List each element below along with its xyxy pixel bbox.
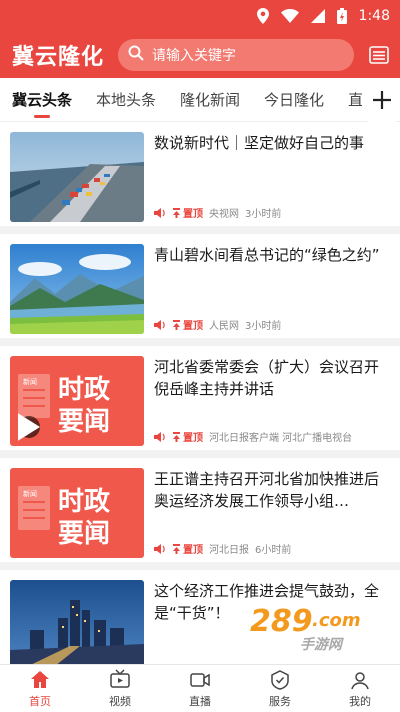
news-poster-image: 新闻 时政 要闻 bbox=[10, 468, 144, 558]
city-night-image bbox=[10, 580, 144, 664]
news-time: 3小时前 bbox=[245, 321, 282, 332]
signal-icon bbox=[310, 9, 325, 23]
pinned-badge: 置顶 bbox=[172, 205, 203, 220]
tab-today-longhua[interactable]: 今日隆化 bbox=[264, 78, 324, 122]
tab-jiyun-headlines[interactable]: 冀云头条 bbox=[12, 78, 72, 122]
status-bar: 1:48 bbox=[0, 0, 400, 32]
search-icon bbox=[128, 45, 144, 65]
news-item[interactable]: 新闻 时政 要闻 河北省委常委会（扩大）会议召开 倪岳峰主持并讲话 置顶 河北日… bbox=[0, 346, 400, 458]
pinned-badge: 置顶 bbox=[172, 317, 203, 332]
add-channel-icon[interactable] bbox=[368, 78, 396, 122]
news-time: 6小时前 bbox=[255, 545, 292, 556]
service-icon bbox=[271, 669, 289, 690]
nav-home-label: 首页 bbox=[29, 694, 51, 708]
nav-video-label: 视频 bbox=[109, 694, 131, 708]
profile-icon bbox=[351, 671, 369, 689]
nav-video[interactable]: 视频 bbox=[80, 665, 160, 712]
nav-profile[interactable]: 我的 bbox=[320, 665, 400, 712]
news-meta: 置顶 河北日报 6小时前 bbox=[154, 541, 390, 558]
speaker-icon[interactable] bbox=[154, 431, 166, 442]
play-icon[interactable] bbox=[18, 413, 40, 441]
news-meta: 置顶 河北日报客户端 河北广播电视台 bbox=[154, 429, 390, 446]
news-source: 河北日报 bbox=[209, 545, 249, 556]
live-icon bbox=[190, 672, 210, 687]
search-input[interactable]: 请输入关键字 bbox=[118, 39, 354, 71]
pinned-label: 置顶 bbox=[183, 545, 203, 556]
channel-tabs: 冀云头条 本地头条 隆化新闻 今日隆化 直 bbox=[0, 78, 400, 122]
nav-home[interactable]: 首页 bbox=[0, 665, 80, 712]
home-icon bbox=[31, 670, 49, 688]
news-source: 央视网 bbox=[209, 209, 239, 220]
tab-partial[interactable]: 直 bbox=[348, 78, 362, 122]
poster-line1: 时政 bbox=[58, 486, 110, 517]
poster-line2: 要闻 bbox=[58, 519, 110, 549]
location-icon bbox=[256, 8, 269, 24]
tv-icon bbox=[110, 668, 130, 688]
poster-line2: 要闻 bbox=[58, 407, 110, 437]
bottom-nav: 首页 视频 直播 服务 我的 bbox=[0, 664, 400, 712]
news-title: 青山碧水间看总书记的“绿色之约” bbox=[154, 246, 380, 264]
nav-profile-label: 我的 bbox=[349, 694, 371, 708]
news-title: 河北省委常委会（扩大）会议召开 倪岳峰主持并讲话 bbox=[154, 358, 380, 398]
landscape-image bbox=[10, 244, 144, 334]
pinned-label: 置顶 bbox=[183, 321, 203, 332]
app-header: 冀云隆化 请输入关键字 bbox=[0, 32, 400, 78]
news-poster-image: 新闻 时政 要闻 bbox=[10, 356, 144, 446]
news-time: 3小时前 bbox=[245, 209, 282, 220]
pinned-badge: 置顶 bbox=[172, 429, 203, 444]
news-title: 数说新时代｜坚定做好自己的事 bbox=[154, 134, 365, 152]
news-item[interactable]: 这个经济工作推进会提气鼓劲，全是“干货”！ bbox=[0, 570, 400, 664]
poster-line1: 时政 bbox=[58, 374, 110, 405]
news-source: 河北日报客户端 河北广播电视台 bbox=[209, 433, 353, 444]
nav-live-label: 直播 bbox=[189, 694, 211, 708]
news-item[interactable]: 新闻 时政 要闻 王正谱主持召开河北省加快推进后奥运经济发展工作领导小组… 置顶… bbox=[0, 458, 400, 570]
pinned-badge: 置顶 bbox=[172, 541, 203, 556]
battery-icon bbox=[336, 8, 347, 24]
pinned-label: 置顶 bbox=[183, 209, 203, 220]
speaker-icon[interactable] bbox=[154, 543, 166, 554]
tab-longhua-news[interactable]: 隆化新闻 bbox=[180, 78, 240, 122]
tab-local-headlines[interactable]: 本地头条 bbox=[96, 78, 156, 122]
news-item[interactable]: 数说新时代｜坚定做好自己的事 置顶 央视网 3小时前 bbox=[0, 122, 400, 234]
app-title: 冀云隆化 bbox=[12, 44, 105, 70]
speaker-icon[interactable] bbox=[154, 319, 166, 330]
nav-service[interactable]: 服务 bbox=[240, 665, 320, 712]
news-title: 王正谱主持召开河北省加快推进后奥运经济发展工作领导小组… bbox=[154, 470, 380, 510]
news-list: 数说新时代｜坚定做好自己的事 置顶 央视网 3小时前 青山碧水间看总书记的“绿色… bbox=[0, 122, 400, 664]
news-meta: 置顶 人民网 3小时前 bbox=[154, 317, 390, 334]
news-title: 这个经济工作推进会提气鼓劲，全是“干货”！ bbox=[154, 582, 380, 622]
news-meta: 置顶 央视网 3小时前 bbox=[154, 205, 390, 222]
news-source: 人民网 bbox=[209, 321, 239, 332]
poster-small-label: 新闻 bbox=[23, 489, 37, 498]
list-menu-icon[interactable] bbox=[368, 44, 390, 66]
wifi-icon bbox=[280, 9, 299, 23]
pinned-label: 置顶 bbox=[183, 433, 203, 444]
status-time: 1:48 bbox=[358, 8, 390, 24]
nav-live[interactable]: 直播 bbox=[160, 665, 240, 712]
search-placeholder: 请输入关键字 bbox=[152, 48, 237, 64]
nav-service-label: 服务 bbox=[269, 694, 291, 708]
speaker-icon[interactable] bbox=[154, 207, 166, 218]
news-item[interactable]: 青山碧水间看总书记的“绿色之约” 置顶 人民网 3小时前 bbox=[0, 234, 400, 346]
port-image bbox=[10, 132, 144, 222]
